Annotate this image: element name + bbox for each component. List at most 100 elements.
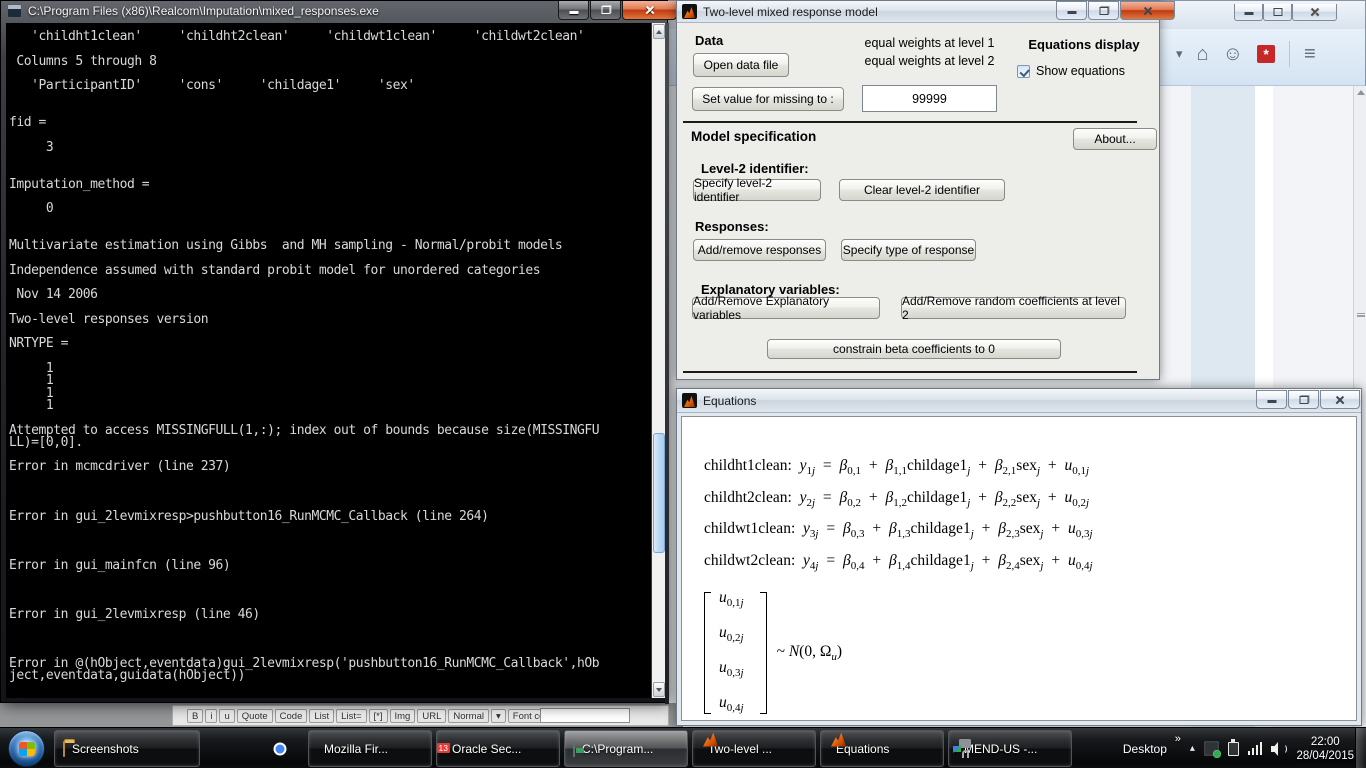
section-divider: [683, 121, 1137, 123]
missing-value-input[interactable]: [862, 85, 997, 112]
start-button[interactable]: [8, 730, 45, 767]
close-button[interactable]: [1292, 4, 1337, 21]
add-random-coefficients-button[interactable]: Add/Remove random coefficients at level …: [901, 297, 1126, 319]
clock-date: 28/04/2015: [1296, 749, 1354, 763]
weights-line2: equal weights at level 2: [857, 52, 1002, 70]
taskbar-button-oracle[interactable]: 13 Oracle Sec...: [436, 730, 560, 767]
restore-button[interactable]: [1263, 4, 1292, 21]
vector-element: u0,1j: [719, 583, 744, 618]
console-output-text: 'childht1clean' 'childht2clean' 'childwt…: [9, 31, 599, 683]
minimize-button[interactable]: [1056, 1, 1087, 20]
minimize-button[interactable]: [1234, 4, 1263, 21]
specify-level2-button[interactable]: Specify level-2 identifier: [693, 179, 821, 201]
folder-icon: [63, 741, 65, 757]
show-hidden-icons-button[interactable]: ▴: [1190, 743, 1195, 754]
editor-button[interactable]: List: [309, 709, 334, 723]
equation-row: childht1clean: y1j = β0,1 + β1,1childage…: [704, 453, 1356, 485]
editor-button[interactable]: Img: [390, 709, 416, 723]
windows-logo-icon: [19, 742, 35, 756]
constrain-beta-button[interactable]: constrain beta coefficients to 0: [767, 339, 1061, 359]
console-frame-edge: [665, 23, 669, 704]
taskbar-button-chrome[interactable]: [256, 730, 304, 767]
editor-button[interactable]: URL: [417, 709, 446, 723]
network-icon[interactable]: [1248, 742, 1263, 755]
action-center-icon[interactable]: [1204, 741, 1219, 756]
responses-label: Responses:: [695, 219, 769, 234]
taskbar-button-screenshots[interactable]: Screenshots: [54, 730, 200, 767]
editor-button[interactable]: i: [205, 709, 217, 723]
specify-type-button[interactable]: Specify type of response: [841, 239, 976, 261]
smiley-icon[interactable]: ☺: [1223, 43, 1243, 66]
vector-element: u0,4j: [719, 688, 744, 723]
close-button[interactable]: [1320, 390, 1360, 409]
show-desktop-button[interactable]: [1355, 728, 1366, 768]
open-data-file-button[interactable]: Open data file: [693, 53, 789, 77]
minimize-icon: [1267, 400, 1276, 403]
clock-time: 22:00: [1296, 735, 1354, 749]
taskbar-button-label: Oracle Sec...: [452, 742, 521, 756]
volume-icon[interactable]: [1271, 742, 1287, 756]
taskbar-button-two-level[interactable]: Two-level ...: [692, 730, 816, 767]
close-button[interactable]: [622, 1, 677, 20]
scroll-up-arrow-icon[interactable]: [1357, 90, 1365, 95]
console-titlebar: C:\Program Files (x86)\Realcom\Imputatio…: [7, 4, 379, 18]
taskbar-button-vlc[interactable]: [204, 730, 252, 767]
restore-button[interactable]: [1288, 390, 1319, 409]
set-missing-value-button[interactable]: Set value for missing to :: [692, 87, 844, 111]
level2-identifier-label: Level-2 identifier:: [701, 161, 809, 176]
menu-icon[interactable]: ≡: [1304, 43, 1316, 66]
restore-button[interactable]: [1088, 1, 1119, 20]
close-icon: [1142, 5, 1154, 17]
add-explanatory-button[interactable]: Add/Remove Explanatory variables: [692, 297, 880, 319]
editor-button[interactable]: Quote: [237, 709, 273, 723]
scroll-up-button[interactable]: [653, 24, 665, 39]
taskbar-button-equations[interactable]: Equations: [820, 730, 944, 767]
taskbar-button-label: Screenshots: [72, 742, 139, 756]
about-button[interactable]: About...: [1073, 128, 1157, 150]
editor-button[interactable]: Normal: [448, 709, 489, 723]
console-window-controls: [557, 1, 677, 20]
show-equations-checkbox[interactable]: [1017, 65, 1030, 78]
console-screen: 'childht1clean' 'childht2clean' 'childwt…: [6, 23, 651, 698]
editor-button[interactable]: Code: [275, 709, 308, 723]
editor-button[interactable]: List=: [336, 709, 366, 723]
editor-button[interactable]: ▾: [491, 709, 506, 723]
lastpass-icon[interactable]: *: [1257, 45, 1275, 63]
desktop-toolbar[interactable]: Desktop »: [1123, 742, 1181, 756]
chevron-icon[interactable]: »: [1175, 733, 1181, 745]
taskbar-button-console[interactable]: C:\Program...: [564, 730, 688, 767]
firefox-window-controls: [1234, 4, 1337, 21]
home-icon[interactable]: ⌂: [1197, 43, 1209, 66]
right-bracket: [760, 592, 767, 714]
editor-input[interactable]: [540, 708, 630, 723]
scroll-down-button[interactable]: [653, 682, 665, 697]
model-window-controls: [1055, 1, 1175, 20]
editor-button[interactable]: u: [219, 709, 234, 723]
restore-button[interactable]: [590, 1, 621, 20]
restore-icon: [601, 6, 610, 14]
scrollbar-thumb[interactable]: [653, 433, 665, 553]
minimize-button[interactable]: [1256, 390, 1287, 409]
taskbar-button-label: C:\Program...: [582, 742, 653, 756]
close-button[interactable]: [1120, 1, 1175, 20]
taskbar-button-mend-us[interactable]: MEND-US -...: [948, 730, 1072, 767]
console-window: C:\Program Files (x86)\Realcom\Imputatio…: [0, 0, 668, 703]
equation-row: childht2clean: y2j = β0,2 + β1,2childage…: [704, 485, 1356, 517]
show-equations-label: Show equations: [1036, 64, 1125, 78]
editor-button[interactable]: B: [187, 709, 203, 723]
notification-badge: 13: [437, 743, 450, 753]
console-scrollbar[interactable]: [651, 23, 665, 698]
minimize-button[interactable]: [558, 1, 589, 20]
console-icon: [573, 741, 575, 757]
section-divider-bottom: [683, 371, 1137, 373]
chevron-down-icon[interactable]: ▾: [1176, 46, 1183, 62]
restore-icon: [1273, 8, 1282, 16]
safely-remove-hardware-icon[interactable]: [1228, 742, 1239, 756]
close-icon: [1334, 394, 1346, 406]
add-remove-responses-button[interactable]: Add/remove responses: [693, 239, 826, 261]
clear-level2-button[interactable]: Clear level-2 identifier: [839, 179, 1005, 201]
editor-button[interactable]: [*]: [369, 709, 388, 723]
clock[interactable]: 22:00 28/04/2015: [1296, 735, 1354, 763]
taskbar-button-firefox[interactable]: Mozilla Fir...: [308, 730, 432, 767]
scrollbar-grip[interactable]: [1357, 313, 1365, 317]
